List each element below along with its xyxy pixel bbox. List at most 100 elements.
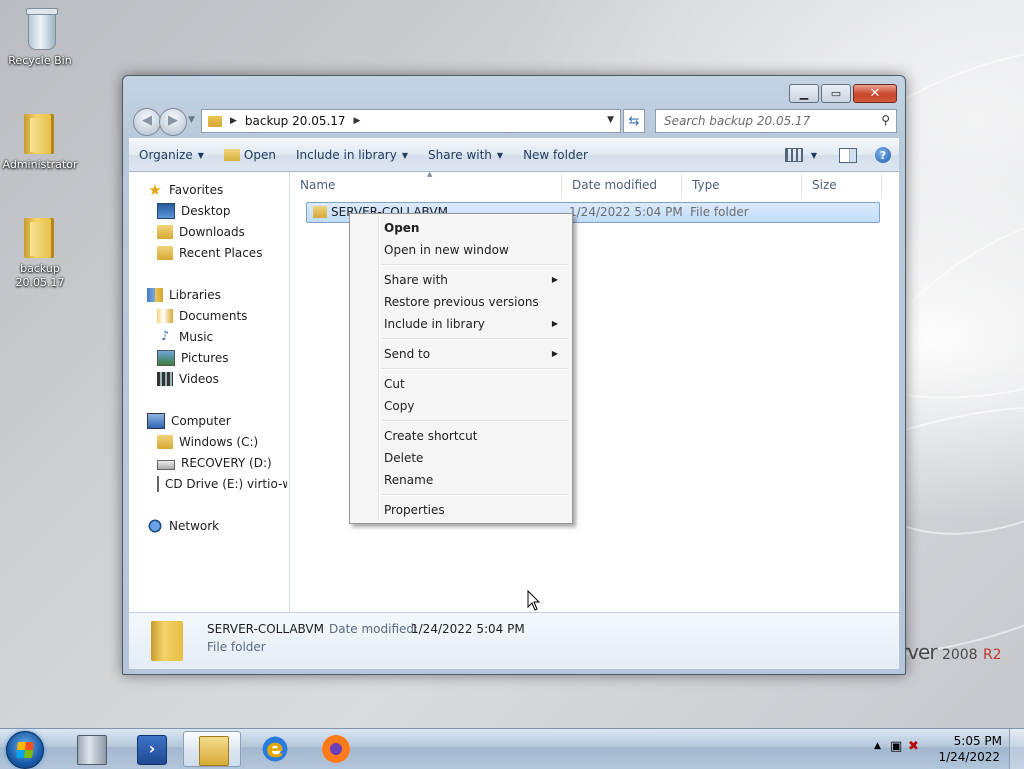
refresh-button[interactable]: ⇆ <box>623 109 645 133</box>
clock-date[interactable]: 1/24/2022 <box>938 750 1000 764</box>
show-desktop-button[interactable] <box>1009 729 1024 769</box>
taskbar-powershell[interactable]: › <box>122 731 180 767</box>
menu-item-include-in-library[interactable]: Include in library ▶ <box>352 313 568 335</box>
history-dropdown-icon[interactable]: ▼ <box>188 115 195 125</box>
mouse-cursor-icon <box>527 590 541 611</box>
arrow-left-icon: ◀ <box>142 113 152 128</box>
new-folder-label: New folder <box>523 148 588 162</box>
arrow-right-icon: ▶ <box>168 113 178 128</box>
help-icon[interactable]: ? <box>875 147 891 163</box>
sidebar-item-recovery-d[interactable]: RECOVERY (D:) <box>157 453 272 473</box>
sidebar-item-windows-c[interactable]: Windows (C:) <box>157 432 258 452</box>
sidebar-item-cd-drive[interactable]: CD Drive (E:) virtio-w <box>157 474 287 494</box>
new-folder-button[interactable]: New folder <box>513 143 598 167</box>
include-in-library-button[interactable]: Include in library ▼ <box>286 143 418 167</box>
menu-item-copy[interactable]: Copy <box>352 395 568 417</box>
sidebar-item-videos[interactable]: Videos <box>157 369 219 389</box>
sidebar-item-computer[interactable]: Computer <box>147 411 231 431</box>
documents-icon <box>157 309 173 323</box>
volume-muted-icon[interactable]: ✖ <box>908 739 919 754</box>
downloads-folder-icon <box>157 225 173 239</box>
address-dropdown-icon[interactable]: ▼ <box>607 115 614 125</box>
share-label: Share with <box>428 148 492 162</box>
close-button[interactable]: ✕ <box>853 84 897 103</box>
details-date-label: Date modified: <box>329 622 419 636</box>
show-hidden-icons-icon[interactable]: ▲ <box>874 741 881 751</box>
hard-drive-icon <box>157 459 175 470</box>
powershell-icon: › <box>137 735 167 765</box>
menu-item-delete[interactable]: Delete <box>352 447 568 469</box>
column-header-date-modified[interactable]: Date modified <box>562 172 682 198</box>
back-button[interactable]: ◀ <box>133 108 161 136</box>
taskbar-server-manager[interactable] <box>62 731 120 767</box>
command-bar: Organize ▼ Open Include in library ▼ Share… <box>129 138 899 172</box>
desktop-icon <box>157 203 175 219</box>
chevron-down-icon: ▼ <box>496 150 504 160</box>
menu-item-open-new-window[interactable]: Open in new window <box>352 239 568 261</box>
menu-item-label: Restore previous versions <box>384 295 539 309</box>
menu-item-properties[interactable]: Properties <box>352 499 568 521</box>
menu-item-label: Send to <box>384 347 431 361</box>
view-dropdown-icon[interactable]: ▼ <box>811 151 817 160</box>
menu-item-open[interactable]: Open <box>352 217 568 239</box>
sidebar-item-label: Music <box>179 330 214 344</box>
submenu-arrow-icon: ▶ <box>551 275 558 284</box>
open-button[interactable]: Open <box>214 143 286 167</box>
details-name: SERVER-COLLABVM <box>207 622 324 636</box>
column-header-type[interactable]: Type <box>682 172 802 198</box>
search-input[interactable] <box>662 110 871 132</box>
menu-item-restore-previous-versions[interactable]: Restore previous versions <box>352 291 568 313</box>
sidebar-item-favorites[interactable]: ★ Favorites <box>147 180 223 200</box>
menu-item-create-shortcut[interactable]: Create shortcut <box>352 425 568 447</box>
taskbar-explorer[interactable] <box>183 731 241 767</box>
sidebar-item-desktop[interactable]: Desktop <box>157 201 231 221</box>
videos-icon <box>157 372 173 386</box>
column-header-size[interactable]: Size <box>802 172 882 198</box>
desktop-icon-recycle-bin[interactable]: Recycle Bin <box>0 8 80 68</box>
chevron-right-icon[interactable]: ▶ <box>230 116 237 126</box>
menu-item-cut[interactable]: Cut <box>352 373 568 395</box>
minimize-button[interactable]: ▁ <box>789 84 819 103</box>
column-label: Size <box>812 178 837 192</box>
organize-label: Organize <box>139 148 193 162</box>
maximize-button[interactable]: ▭ <box>821 84 851 103</box>
sidebar-item-downloads[interactable]: Downloads <box>157 222 245 242</box>
address-bar[interactable]: ▶ backup 20.05.17 ▶ ▼ <box>201 109 621 133</box>
sidebar-item-label: Recent Places <box>179 246 263 260</box>
taskbar-firefox[interactable] <box>307 731 365 767</box>
recent-places-icon <box>157 246 173 260</box>
sidebar-item-pictures[interactable]: Pictures <box>157 348 229 368</box>
preview-pane-icon[interactable] <box>839 147 857 163</box>
menu-separator <box>382 264 568 266</box>
menu-item-send-to[interactable]: Send to ▶ <box>352 343 568 365</box>
sidebar-item-libraries[interactable]: Libraries <box>147 285 221 305</box>
change-view-icon[interactable] <box>784 148 803 162</box>
column-header-name[interactable]: Name <box>290 172 562 198</box>
folder-icon <box>208 115 222 127</box>
share-with-button[interactable]: Share with ▼ <box>418 143 513 167</box>
sidebar-item-recent-places[interactable]: Recent Places <box>157 243 262 263</box>
start-button[interactable] <box>6 731 44 769</box>
chevron-down-icon: ▼ <box>401 150 408 160</box>
computer-icon <box>147 413 165 429</box>
navigation-pane: ★ Favorites Desktop Downloads Recent Plac… <box>129 172 290 612</box>
search-box[interactable]: ⚲ <box>655 109 897 133</box>
desktop-icon-administrator[interactable]: Administrator <box>0 112 80 172</box>
sidebar-item-network[interactable]: Network <box>147 516 219 536</box>
organize-button[interactable]: Organize ▼ <box>129 143 214 167</box>
sidebar-item-music[interactable]: ♪ Music <box>157 327 213 347</box>
taskbar-internet-explorer[interactable]: e <box>246 731 304 767</box>
sidebar-item-documents[interactable]: Documents <box>157 306 247 326</box>
clock-time[interactable]: 5:05 PM <box>954 734 1002 748</box>
refresh-icon: ⇆ <box>628 113 640 129</box>
desktop-icon-backup[interactable]: backup 20.05.17 <box>0 216 80 290</box>
details-date-value: 1/24/2022 5:04 PM <box>411 622 525 636</box>
chevron-right-icon[interactable]: ▶ <box>354 116 361 126</box>
forward-button[interactable]: ▶ <box>159 108 187 136</box>
sidebar-item-label: Favorites <box>169 183 224 197</box>
breadcrumb-backup[interactable]: backup 20.05.17 <box>245 114 346 128</box>
search-icon[interactable]: ⚲ <box>881 113 890 127</box>
menu-item-share-with[interactable]: Share with ▶ <box>352 269 568 291</box>
menu-item-rename[interactable]: Rename <box>352 469 568 491</box>
network-tray-icon[interactable]: ▣ <box>890 739 902 754</box>
